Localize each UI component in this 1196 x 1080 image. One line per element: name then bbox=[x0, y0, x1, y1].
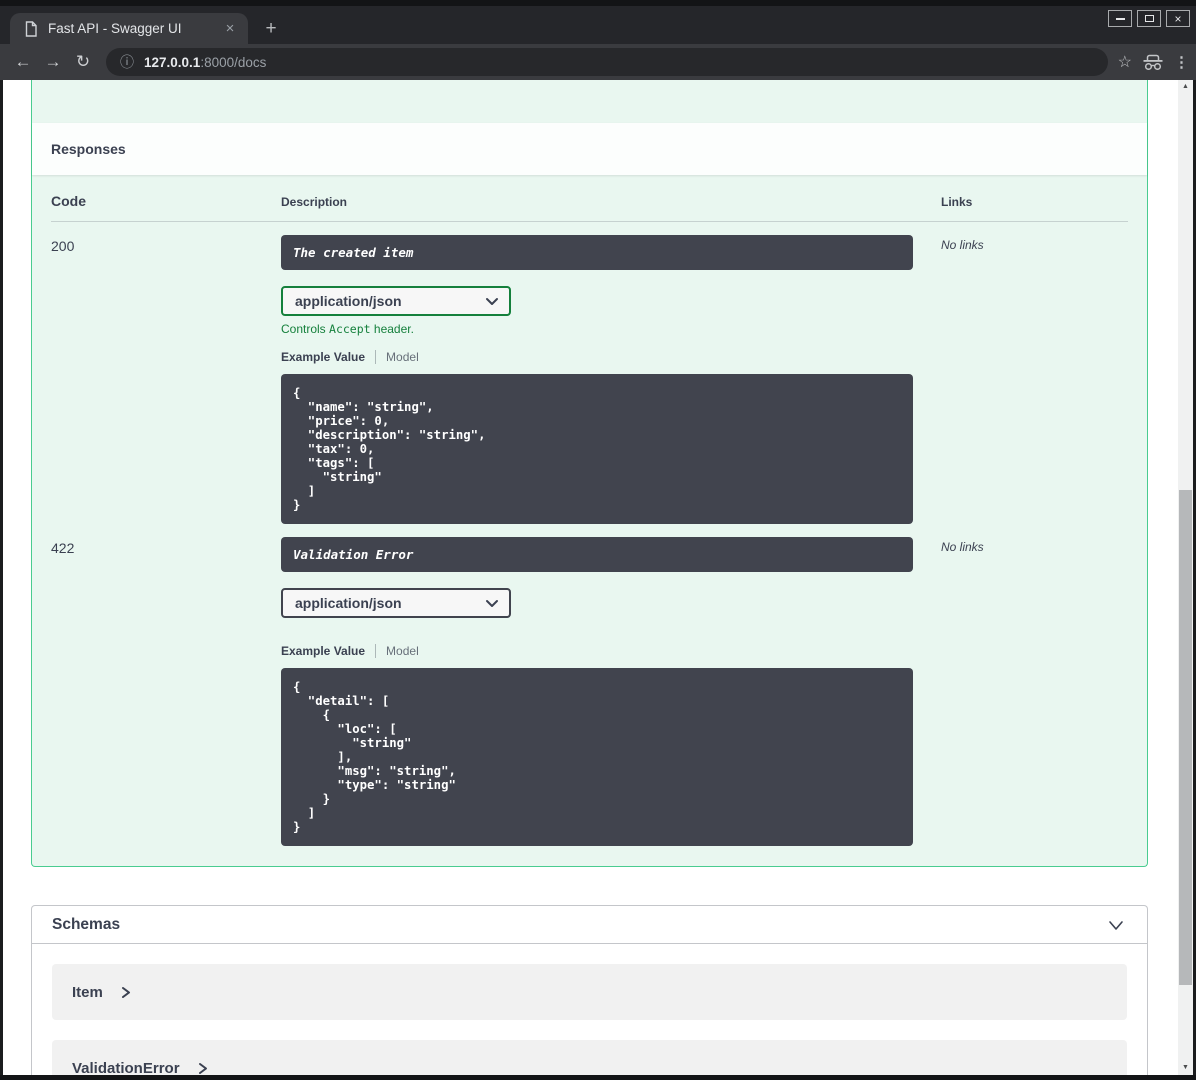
toolbar-right: ☆ ⋮ bbox=[1118, 52, 1189, 72]
example-model-tabs: Example Value Model bbox=[281, 350, 913, 364]
new-tab-button[interactable]: + bbox=[258, 16, 284, 42]
maximize-button[interactable] bbox=[1137, 10, 1161, 27]
responses-table-head: Code Description Links bbox=[51, 185, 1128, 222]
maximize-icon bbox=[1144, 15, 1154, 22]
window-frame-bottom bbox=[0, 1075, 1196, 1080]
swagger-page: Responses Code Description Links 200 The… bbox=[3, 80, 1193, 1075]
minimize-icon bbox=[1115, 17, 1125, 20]
tab-title: Fast API - Swagger UI bbox=[48, 21, 182, 36]
example-json-block: { "name": "string", "price": 0, "descrip… bbox=[281, 374, 913, 525]
chevron-right-icon bbox=[198, 1062, 208, 1075]
media-type-select[interactable]: application/json bbox=[281, 588, 511, 619]
site-info-icon[interactable]: ⓘ bbox=[120, 52, 134, 72]
window-controls: × bbox=[1108, 10, 1190, 27]
schema-name: ValidationError bbox=[72, 1059, 180, 1076]
back-icon[interactable]: ← bbox=[8, 52, 38, 72]
browser-menu-icon[interactable]: ⋮ bbox=[1174, 53, 1189, 71]
response-links: No links bbox=[941, 540, 984, 555]
media-type-value: application/json bbox=[295, 595, 402, 612]
response-links: No links bbox=[941, 238, 984, 252]
bookmark-star-icon[interactable]: ☆ bbox=[1118, 52, 1132, 72]
response-description: The created item bbox=[281, 235, 913, 270]
accept-note-prefix: Controls bbox=[281, 322, 330, 336]
opblock-top-padding bbox=[32, 80, 1147, 123]
chevron-right-icon bbox=[121, 986, 131, 999]
accept-header-note: Controls Accept header. bbox=[281, 322, 913, 336]
accept-note-suffix: header. bbox=[370, 322, 414, 336]
media-type-value: application/json bbox=[295, 293, 402, 309]
browser-tab[interactable]: Fast API - Swagger UI × bbox=[10, 13, 248, 44]
incognito-icon bbox=[1142, 54, 1164, 71]
response-row-422: 422 Validation Error application/json Ex… bbox=[51, 524, 1128, 847]
chevron-down-icon bbox=[485, 599, 499, 608]
responses-table: Code Description Links 200 The created i… bbox=[32, 175, 1147, 866]
description-column-header: Description bbox=[281, 195, 348, 209]
response-description-cell: The created item application/json Contro… bbox=[281, 235, 913, 525]
scrollbar-down-icon[interactable]: ▼ bbox=[1178, 1061, 1193, 1075]
schema-validationerror-row[interactable]: ValidationError bbox=[52, 1040, 1127, 1075]
forward-icon[interactable]: → bbox=[38, 52, 68, 72]
tab-example-value[interactable]: Example Value bbox=[281, 644, 377, 659]
accept-note-code: Accept bbox=[329, 322, 371, 336]
post-operation-block: Responses Code Description Links 200 The… bbox=[31, 80, 1148, 868]
response-code: 422 bbox=[51, 540, 75, 557]
example-model-tabs: Example Value Model bbox=[281, 644, 913, 659]
schemas-body: Item ValidationError bbox=[32, 944, 1147, 1075]
minimize-button[interactable] bbox=[1108, 10, 1132, 27]
schemas-section: Schemas Item ValidationError bbox=[31, 905, 1148, 1075]
tab-close-icon[interactable]: × bbox=[220, 19, 240, 39]
scrollbar-thumb[interactable] bbox=[1179, 490, 1192, 985]
code-column-header: Code bbox=[51, 193, 86, 209]
tab-bar: Fast API - Swagger UI × + × bbox=[0, 6, 1196, 44]
tab-model[interactable]: Model bbox=[376, 350, 419, 364]
schemas-title: Schemas bbox=[52, 915, 121, 933]
response-description-cell: Validation Error application/json Exampl… bbox=[281, 537, 913, 847]
chevron-down-icon[interactable] bbox=[1105, 914, 1127, 936]
schemas-header[interactable]: Schemas bbox=[32, 906, 1147, 944]
window-frame-left bbox=[0, 80, 3, 1080]
response-row-200: 200 The created item application/json Co… bbox=[51, 222, 1128, 525]
response-description: Validation Error bbox=[281, 537, 913, 573]
scrollbar-up-icon[interactable]: ▲ bbox=[1178, 80, 1193, 94]
chevron-down-icon bbox=[485, 297, 499, 306]
reload-icon[interactable]: ↻ bbox=[68, 52, 98, 72]
url-path: :8000/docs bbox=[200, 54, 267, 70]
url-host: 127.0.0.1 bbox=[144, 54, 201, 70]
close-icon: × bbox=[1174, 11, 1182, 26]
media-type-select[interactable]: application/json bbox=[281, 286, 511, 316]
tab-model[interactable]: Model bbox=[376, 644, 419, 658]
example-json-block: { "detail": [ { "loc": [ "string" ], "ms… bbox=[281, 668, 913, 847]
responses-section-header: Responses bbox=[32, 123, 1147, 175]
schema-name: Item bbox=[72, 983, 103, 1001]
page-scrollbar[interactable]: ▲ ▼ bbox=[1178, 80, 1193, 1075]
browser-toolbar: ← → ↻ ⓘ 127.0.0.1 :8000/docs ☆ ⋮ bbox=[0, 44, 1196, 80]
schema-item-row[interactable]: Item bbox=[52, 964, 1127, 1020]
response-code: 200 bbox=[51, 238, 75, 254]
responses-title: Responses bbox=[51, 141, 126, 157]
tab-example-value[interactable]: Example Value bbox=[281, 350, 377, 364]
links-column-header: Links bbox=[941, 195, 973, 209]
close-button[interactable]: × bbox=[1166, 10, 1190, 27]
address-bar[interactable]: ⓘ 127.0.0.1 :8000/docs bbox=[106, 48, 1108, 76]
page-favicon-icon bbox=[24, 20, 38, 37]
